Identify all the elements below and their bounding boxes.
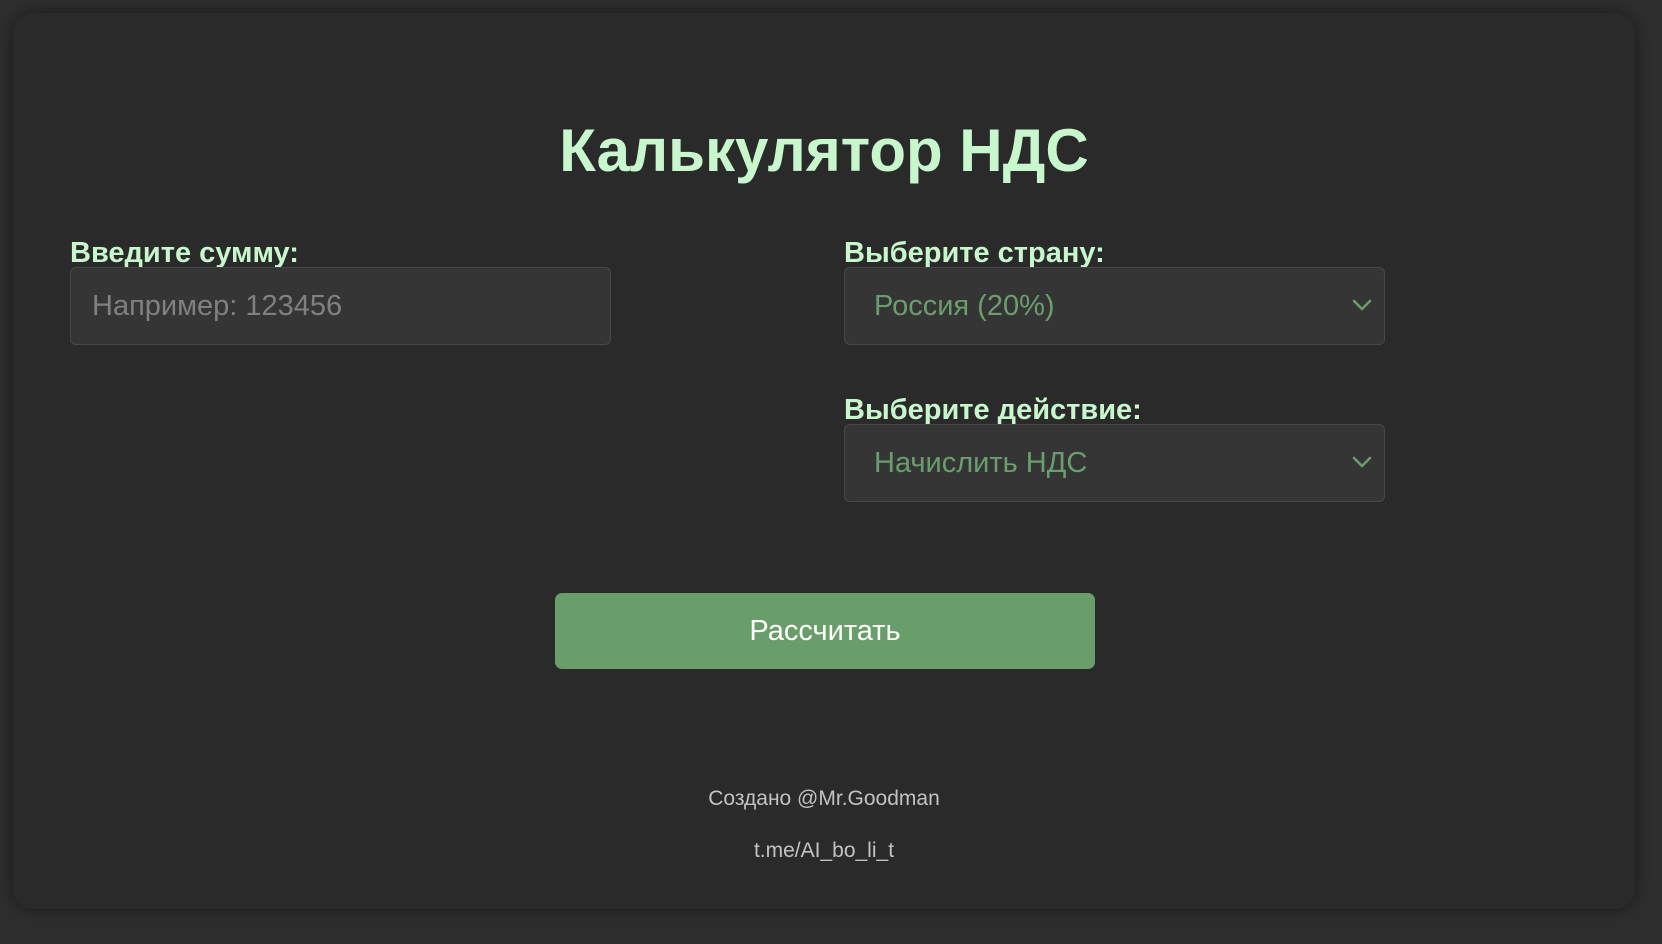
chevron-down-icon: [1352, 456, 1372, 468]
chevron-down-icon: [1352, 299, 1372, 311]
country-select-value: Россия (20%): [874, 289, 1055, 322]
footer-link[interactable]: t.me/AI_bo_li_t: [13, 838, 1635, 864]
amount-input[interactable]: [70, 267, 611, 345]
amount-label: Введите сумму:: [70, 237, 299, 269]
footer-credit: Создано @Mr.Goodman: [708, 787, 940, 810]
vat-calculator-card: Калькулятор НДС Введите сумму: Выберите …: [13, 13, 1635, 909]
action-select-value: Начислить НДС: [874, 446, 1088, 479]
action-select[interactable]: Начислить НДС: [844, 424, 1385, 502]
action-label: Выберите действие:: [844, 394, 1142, 426]
page-title: Калькулятор НДС: [559, 117, 1089, 184]
country-select[interactable]: Россия (20%): [844, 267, 1385, 345]
calculate-button[interactable]: Рассчитать: [555, 593, 1095, 669]
country-label: Выберите страну:: [844, 237, 1105, 269]
